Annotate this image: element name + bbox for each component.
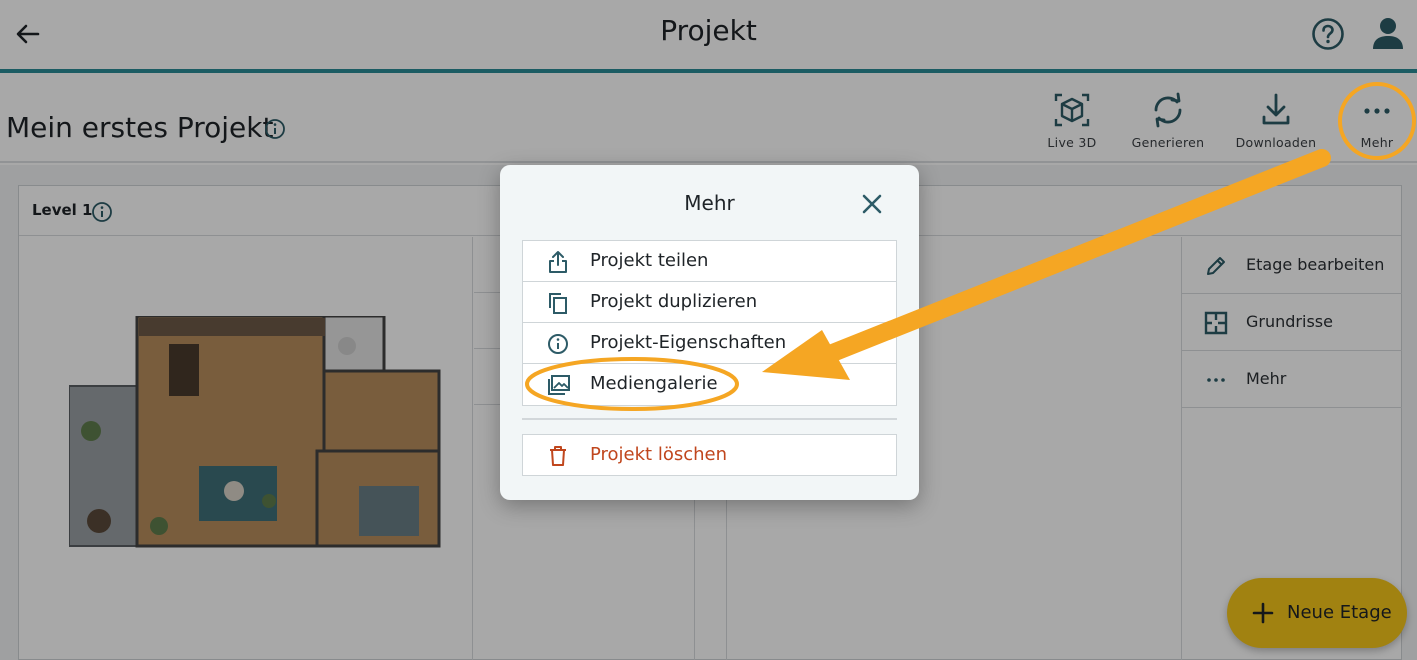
close-icon <box>862 194 882 214</box>
dialog-close-button[interactable] <box>856 188 888 220</box>
duplicate-project-item[interactable]: Projekt duplizieren <box>523 282 896 323</box>
share-project-label: Projekt teilen <box>590 250 709 271</box>
media-gallery-label: Mediengalerie <box>590 373 718 394</box>
delete-project-item[interactable]: Projekt löschen <box>522 434 897 476</box>
info-icon <box>548 334 568 354</box>
media-gallery-item[interactable]: Mediengalerie <box>523 364 896 405</box>
dialog-menu-list: Projekt teilen Projekt duplizieren Proje… <box>522 240 897 406</box>
project-properties-label: Projekt-Eigenschaften <box>590 332 787 353</box>
share-project-item[interactable]: Projekt teilen <box>523 241 896 282</box>
duplicate-project-label: Projekt duplizieren <box>590 291 758 312</box>
copy-icon <box>549 293 567 314</box>
share-icon <box>549 251 567 273</box>
gallery-icon <box>548 375 570 395</box>
delete-project-label: Projekt löschen <box>590 444 728 465</box>
trash-icon <box>550 446 566 466</box>
more-dialog: Mehr Projekt teilen Projekt duplizieren <box>500 165 919 500</box>
dialog-separator <box>522 418 897 420</box>
project-properties-item[interactable]: Projekt-Eigenschaften <box>523 323 896 364</box>
